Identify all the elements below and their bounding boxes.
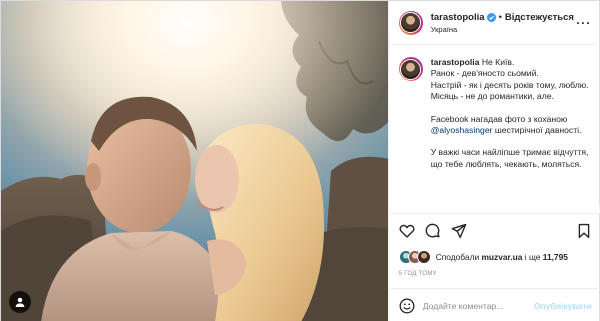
- following-button[interactable]: Відстежується: [505, 12, 574, 23]
- post-side-panel: tarastopolia • Відстежується Україна ···…: [387, 1, 600, 321]
- post-timestamp[interactable]: 5 год тому: [399, 271, 437, 277]
- caption-username[interactable]: tarastopolia: [431, 57, 480, 67]
- likes-connector: і ще: [524, 252, 541, 262]
- likes-summary[interactable]: Сподобали muzvar.ua і ще 11,795: [398, 248, 594, 266]
- caption-p2-text: Facebook нагадав фото з коханою: [430, 113, 568, 124]
- instagram-post: tarastopolia • Відстежується Україна ···…: [0, 0, 600, 321]
- caption-author-avatar[interactable]: [398, 57, 423, 81]
- likes-count[interactable]: 11,795: [543, 252, 568, 262]
- photo-illustration: [1, 1, 388, 321]
- caption-line-1: Не Київ.: [481, 57, 515, 67]
- post-caption: tarastopolia Не Київ. Ранок - дев'яносто…: [388, 46, 600, 213]
- user-tag-icon[interactable]: [9, 291, 31, 313]
- author-avatar[interactable]: [398, 10, 423, 35]
- post-location[interactable]: Україна: [431, 25, 576, 34]
- caption-line-4: Місяць - не до романтики, але.: [430, 91, 554, 102]
- caption-mention-link[interactable]: @alyoshasinger: [431, 125, 493, 135]
- caption-fade: [388, 201, 600, 213]
- likes-prefix: Сподобали: [435, 252, 480, 262]
- verified-badge-icon: [486, 12, 496, 22]
- caption-p2-end: шестирічної давності.: [492, 125, 582, 136]
- post-comment-button[interactable]: Опублікувати: [534, 301, 592, 311]
- likes-account[interactable]: muzvar.ua: [481, 252, 522, 262]
- user-silhouette-icon: [15, 297, 25, 307]
- bookmark-icon[interactable]: [576, 223, 592, 239]
- heart-icon[interactable]: [399, 223, 415, 239]
- comment-box: Опублікувати: [388, 288, 600, 321]
- comment-input[interactable]: [422, 300, 534, 311]
- caption-line-2: Ранок - дев'яносто сьомий.: [430, 68, 539, 79]
- more-dots-icon[interactable]: ···: [576, 17, 592, 29]
- header-separator: •: [498, 11, 502, 23]
- smiley-icon[interactable]: [399, 298, 415, 314]
- caption-line-3: Настрій - як і десять років тому, люблю.: [430, 79, 589, 90]
- paper-plane-icon[interactable]: [451, 223, 467, 239]
- post-header: tarastopolia • Відстежується Україна ···: [388, 1, 600, 45]
- caption-p3-text: У важкі часи найліпше тримає відчуття, щ…: [430, 147, 589, 169]
- post-actions: [388, 213, 600, 247]
- post-photo[interactable]: [1, 1, 388, 321]
- comment-bubble-icon[interactable]: [425, 223, 441, 239]
- author-username[interactable]: tarastopolia: [431, 12, 485, 23]
- liker-avatar: [416, 250, 431, 264]
